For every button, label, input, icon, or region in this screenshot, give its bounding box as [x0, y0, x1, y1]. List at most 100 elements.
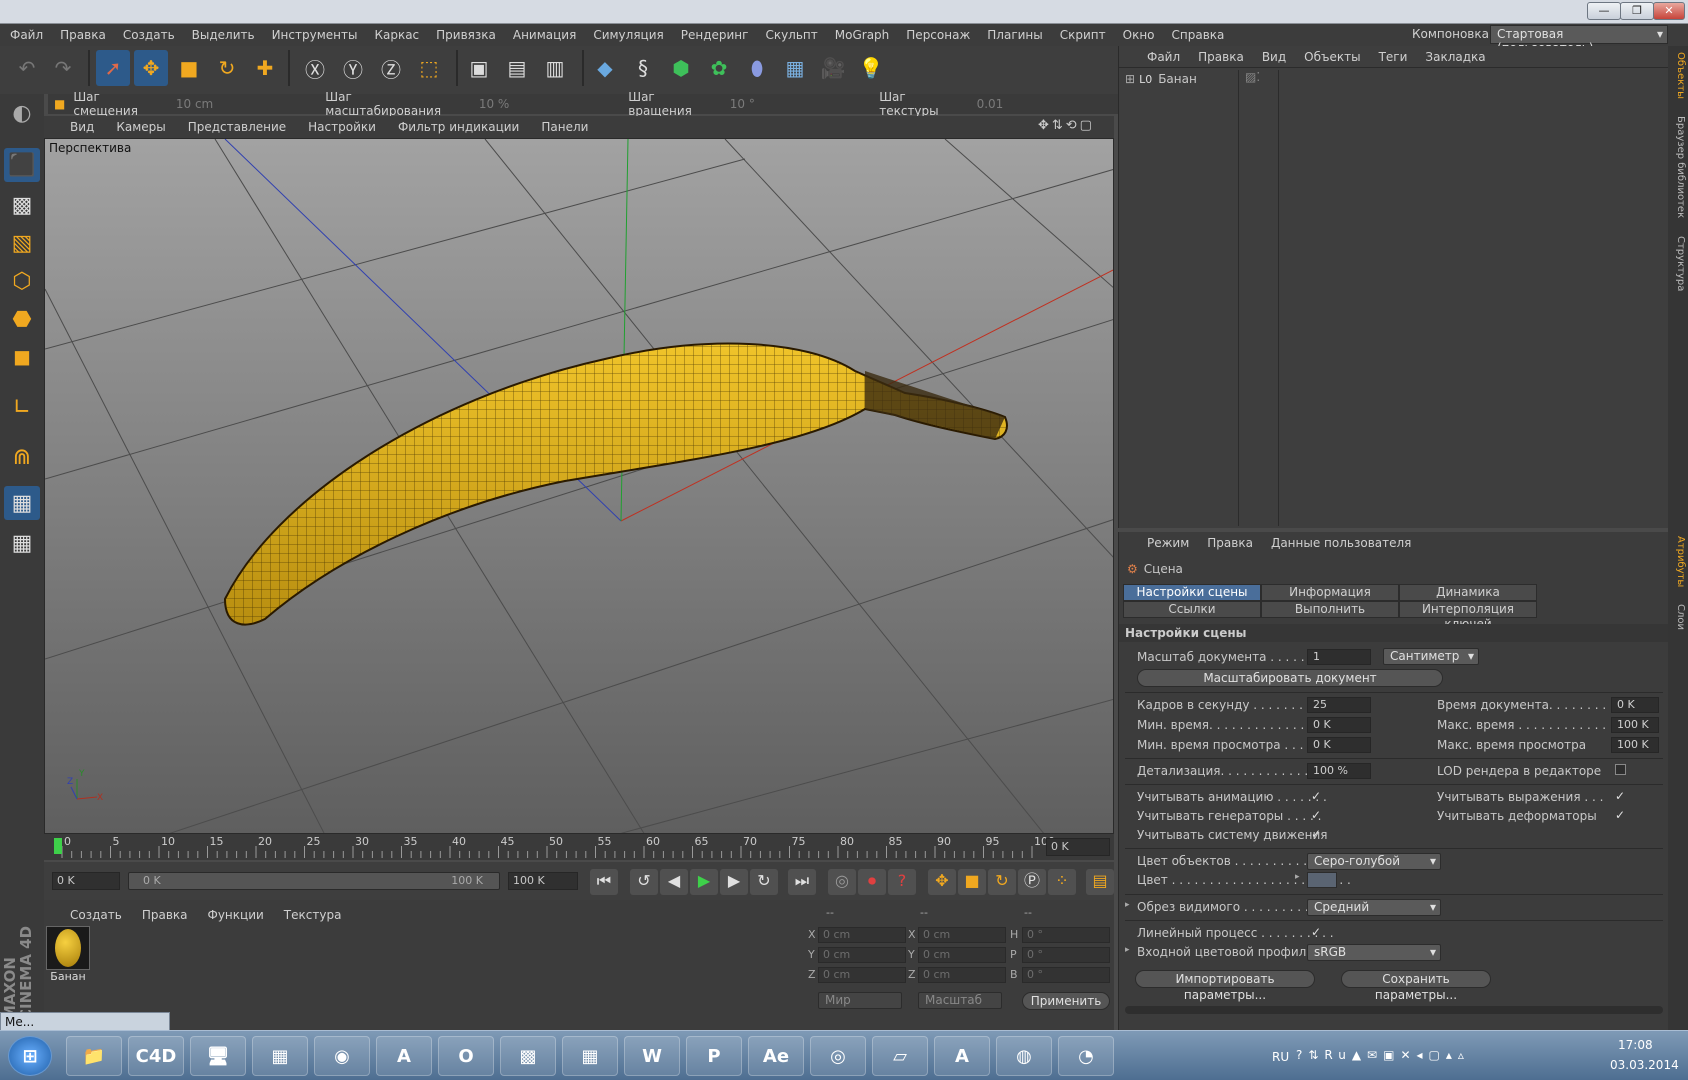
- object-menu-item-4[interactable]: Теги: [1379, 50, 1408, 64]
- material-swatch[interactable]: Банан: [46, 926, 90, 984]
- menu-item-1[interactable]: Правка: [60, 28, 106, 42]
- explorer-app[interactable]: 📁: [66, 1036, 122, 1076]
- record-keys-icon[interactable]: ◎: [828, 869, 856, 895]
- move-step-field[interactable]: 10 cm: [167, 96, 318, 112]
- menu-item-4[interactable]: Инструменты: [272, 28, 358, 42]
- key-parameter-icon[interactable]: Ⓟ: [1018, 869, 1046, 895]
- play-icon[interactable]: ▶: [690, 869, 718, 895]
- magnet-icon[interactable]: ⋒: [4, 440, 40, 474]
- z-axis-lock-icon[interactable]: Ⓩ: [374, 50, 408, 86]
- frame-range-slider[interactable]: 0 K 100 K: [128, 872, 500, 890]
- side-tab-layers[interactable]: Слои: [1670, 604, 1686, 630]
- texture-step-field[interactable]: 0.01: [968, 96, 1119, 112]
- tab-info[interactable]: Информация: [1261, 584, 1399, 601]
- side-tab-objects[interactable]: Объекты: [1670, 52, 1686, 99]
- key-position-icon[interactable]: ✥: [928, 869, 956, 895]
- doc-time-field[interactable]: 0 K: [1611, 697, 1659, 713]
- rotation-p-field[interactable]: 0 °: [1022, 947, 1110, 963]
- key-scale-icon[interactable]: ■: [958, 869, 986, 895]
- axis-mode-icon[interactable]: ∟: [4, 390, 40, 424]
- viewport-menu-item-2[interactable]: Представление: [188, 120, 286, 134]
- linear-workflow-checkbox[interactable]: ✓: [1311, 926, 1323, 938]
- playhead[interactable]: [54, 838, 62, 854]
- go-to-start-icon[interactable]: ⏮: [590, 869, 618, 895]
- tab-scene-settings[interactable]: Настройки сцены: [1123, 584, 1261, 601]
- cinema4d-app[interactable]: C4D: [128, 1036, 184, 1076]
- position-z-field[interactable]: 0 cm: [818, 967, 906, 983]
- nvidia-app[interactable]: ▦: [252, 1036, 308, 1076]
- array-icon[interactable]: ✿: [702, 50, 736, 86]
- rotation-b-field[interactable]: 0 °: [1022, 967, 1110, 983]
- menu-item-2[interactable]: Создать: [123, 28, 175, 42]
- tab-dynamics[interactable]: Динамика: [1399, 584, 1537, 601]
- notepad-app[interactable]: ▱: [872, 1036, 928, 1076]
- attr-menu-item-0[interactable]: Режим: [1147, 536, 1189, 550]
- rotation-h-field[interactable]: 0 °: [1022, 927, 1110, 943]
- next-key-icon[interactable]: ↻: [750, 869, 778, 895]
- coord-space-dropdown[interactable]: Мир: [818, 992, 902, 1009]
- opera-app[interactable]: O: [438, 1036, 494, 1076]
- timeline-window-icon[interactable]: ▤: [1086, 869, 1114, 895]
- side-tab-structure[interactable]: Структура: [1670, 236, 1686, 291]
- polygons-mode-icon[interactable]: ◼: [4, 340, 40, 374]
- size-x-field[interactable]: 0 cm: [918, 927, 1006, 943]
- max-time-field[interactable]: 100 K: [1611, 717, 1659, 733]
- after-effects-app[interactable]: Ae: [748, 1036, 804, 1076]
- viewport-menu-item-4[interactable]: Фильтр индикации: [398, 120, 519, 134]
- expand-arrow-icon[interactable]: ▸: [1125, 900, 1130, 910]
- min-preview-field[interactable]: 0 K: [1307, 737, 1371, 753]
- rotate-step-field[interactable]: 10 °: [721, 96, 872, 112]
- minimize-button[interactable]: —: [1587, 2, 1621, 20]
- minimized-window-tab[interactable]: Ме...: [0, 1012, 170, 1032]
- input-color-profile-dropdown[interactable]: sRGB ▾: [1307, 944, 1441, 961]
- lod-editor-checkbox[interactable]: [1615, 764, 1626, 775]
- material-menu-item-2[interactable]: Функции: [208, 908, 264, 922]
- key-point-level-icon[interactable]: ⁘: [1048, 869, 1076, 895]
- auto-key-icon[interactable]: ⏺: [858, 869, 886, 895]
- min-time-field[interactable]: 0 K: [1307, 717, 1371, 733]
- size-z-field[interactable]: 0 cm: [918, 967, 1006, 983]
- size-y-field[interactable]: 0 cm: [918, 947, 1006, 963]
- material-menu-item-3[interactable]: Текстура: [284, 908, 342, 922]
- render-settings-icon[interactable]: ▥: [538, 50, 572, 86]
- menu-item-12[interactable]: Персонаж: [906, 28, 970, 42]
- scale-document-button[interactable]: Масштабировать документ: [1137, 669, 1443, 687]
- desktop-app[interactable]: 🖥: [190, 1036, 246, 1076]
- doc-unit-dropdown[interactable]: Сантиметр ▾: [1383, 648, 1479, 665]
- planar-workplane-icon[interactable]: ▦: [4, 526, 40, 560]
- undo-icon[interactable]: ↶: [10, 50, 44, 86]
- side-tab-attributes[interactable]: Атрибуты: [1670, 536, 1686, 587]
- minecraft-app[interactable]: ▩: [500, 1036, 556, 1076]
- position-y-field[interactable]: 0 cm: [818, 947, 906, 963]
- x-axis-lock-icon[interactable]: Ⓧ: [298, 50, 332, 86]
- spline-icon[interactable]: §: [626, 50, 660, 86]
- keyframe-selection-icon[interactable]: ?: [888, 869, 916, 895]
- object-menu-item-2[interactable]: Вид: [1262, 50, 1286, 64]
- acrobat-reader-app[interactable]: A: [376, 1036, 432, 1076]
- maximize-button[interactable]: ❐: [1620, 2, 1654, 20]
- word-app[interactable]: W: [624, 1036, 680, 1076]
- viewport-menu-item-5[interactable]: Панели: [541, 120, 588, 134]
- render-picture-viewer-icon[interactable]: ▤: [500, 50, 534, 86]
- powerpoint-app[interactable]: P: [686, 1036, 742, 1076]
- language-indicator[interactable]: RU: [1272, 1050, 1289, 1064]
- visibility-toggle-icon[interactable]: ▨⁚: [1245, 70, 1260, 84]
- attr-menu-item-2[interactable]: Данные пользователя: [1271, 536, 1411, 550]
- texture-mode-icon[interactable]: ▩: [4, 188, 40, 222]
- lod-field[interactable]: 100 %: [1307, 763, 1371, 779]
- menu-item-0[interactable]: Файл: [10, 28, 43, 42]
- tab-key-interpolation[interactable]: Интерполяция ключей: [1399, 601, 1537, 631]
- firefox-app[interactable]: ◔: [1058, 1036, 1114, 1076]
- clock-date[interactable]: 03.03.2014: [1610, 1058, 1679, 1072]
- network-app[interactable]: ◉: [314, 1036, 370, 1076]
- expand-arrow-icon[interactable]: ▸: [1125, 945, 1130, 955]
- object-menu-item-0[interactable]: Файл: [1147, 50, 1180, 64]
- save-settings-button[interactable]: Сохранить параметры...: [1341, 970, 1491, 1002]
- add-object-icon[interactable]: ✚: [248, 50, 282, 86]
- use-generators-checkbox[interactable]: ✓: [1311, 809, 1323, 821]
- render-view-icon[interactable]: ▣: [462, 50, 496, 86]
- menu-item-8[interactable]: Симуляция: [593, 28, 663, 42]
- viewport-menu-item-1[interactable]: Камеры: [116, 120, 165, 134]
- viewport-nav-icons[interactable]: ✥⇅⟲▢: [1038, 118, 1095, 133]
- key-rotation-icon[interactable]: ↻: [988, 869, 1016, 895]
